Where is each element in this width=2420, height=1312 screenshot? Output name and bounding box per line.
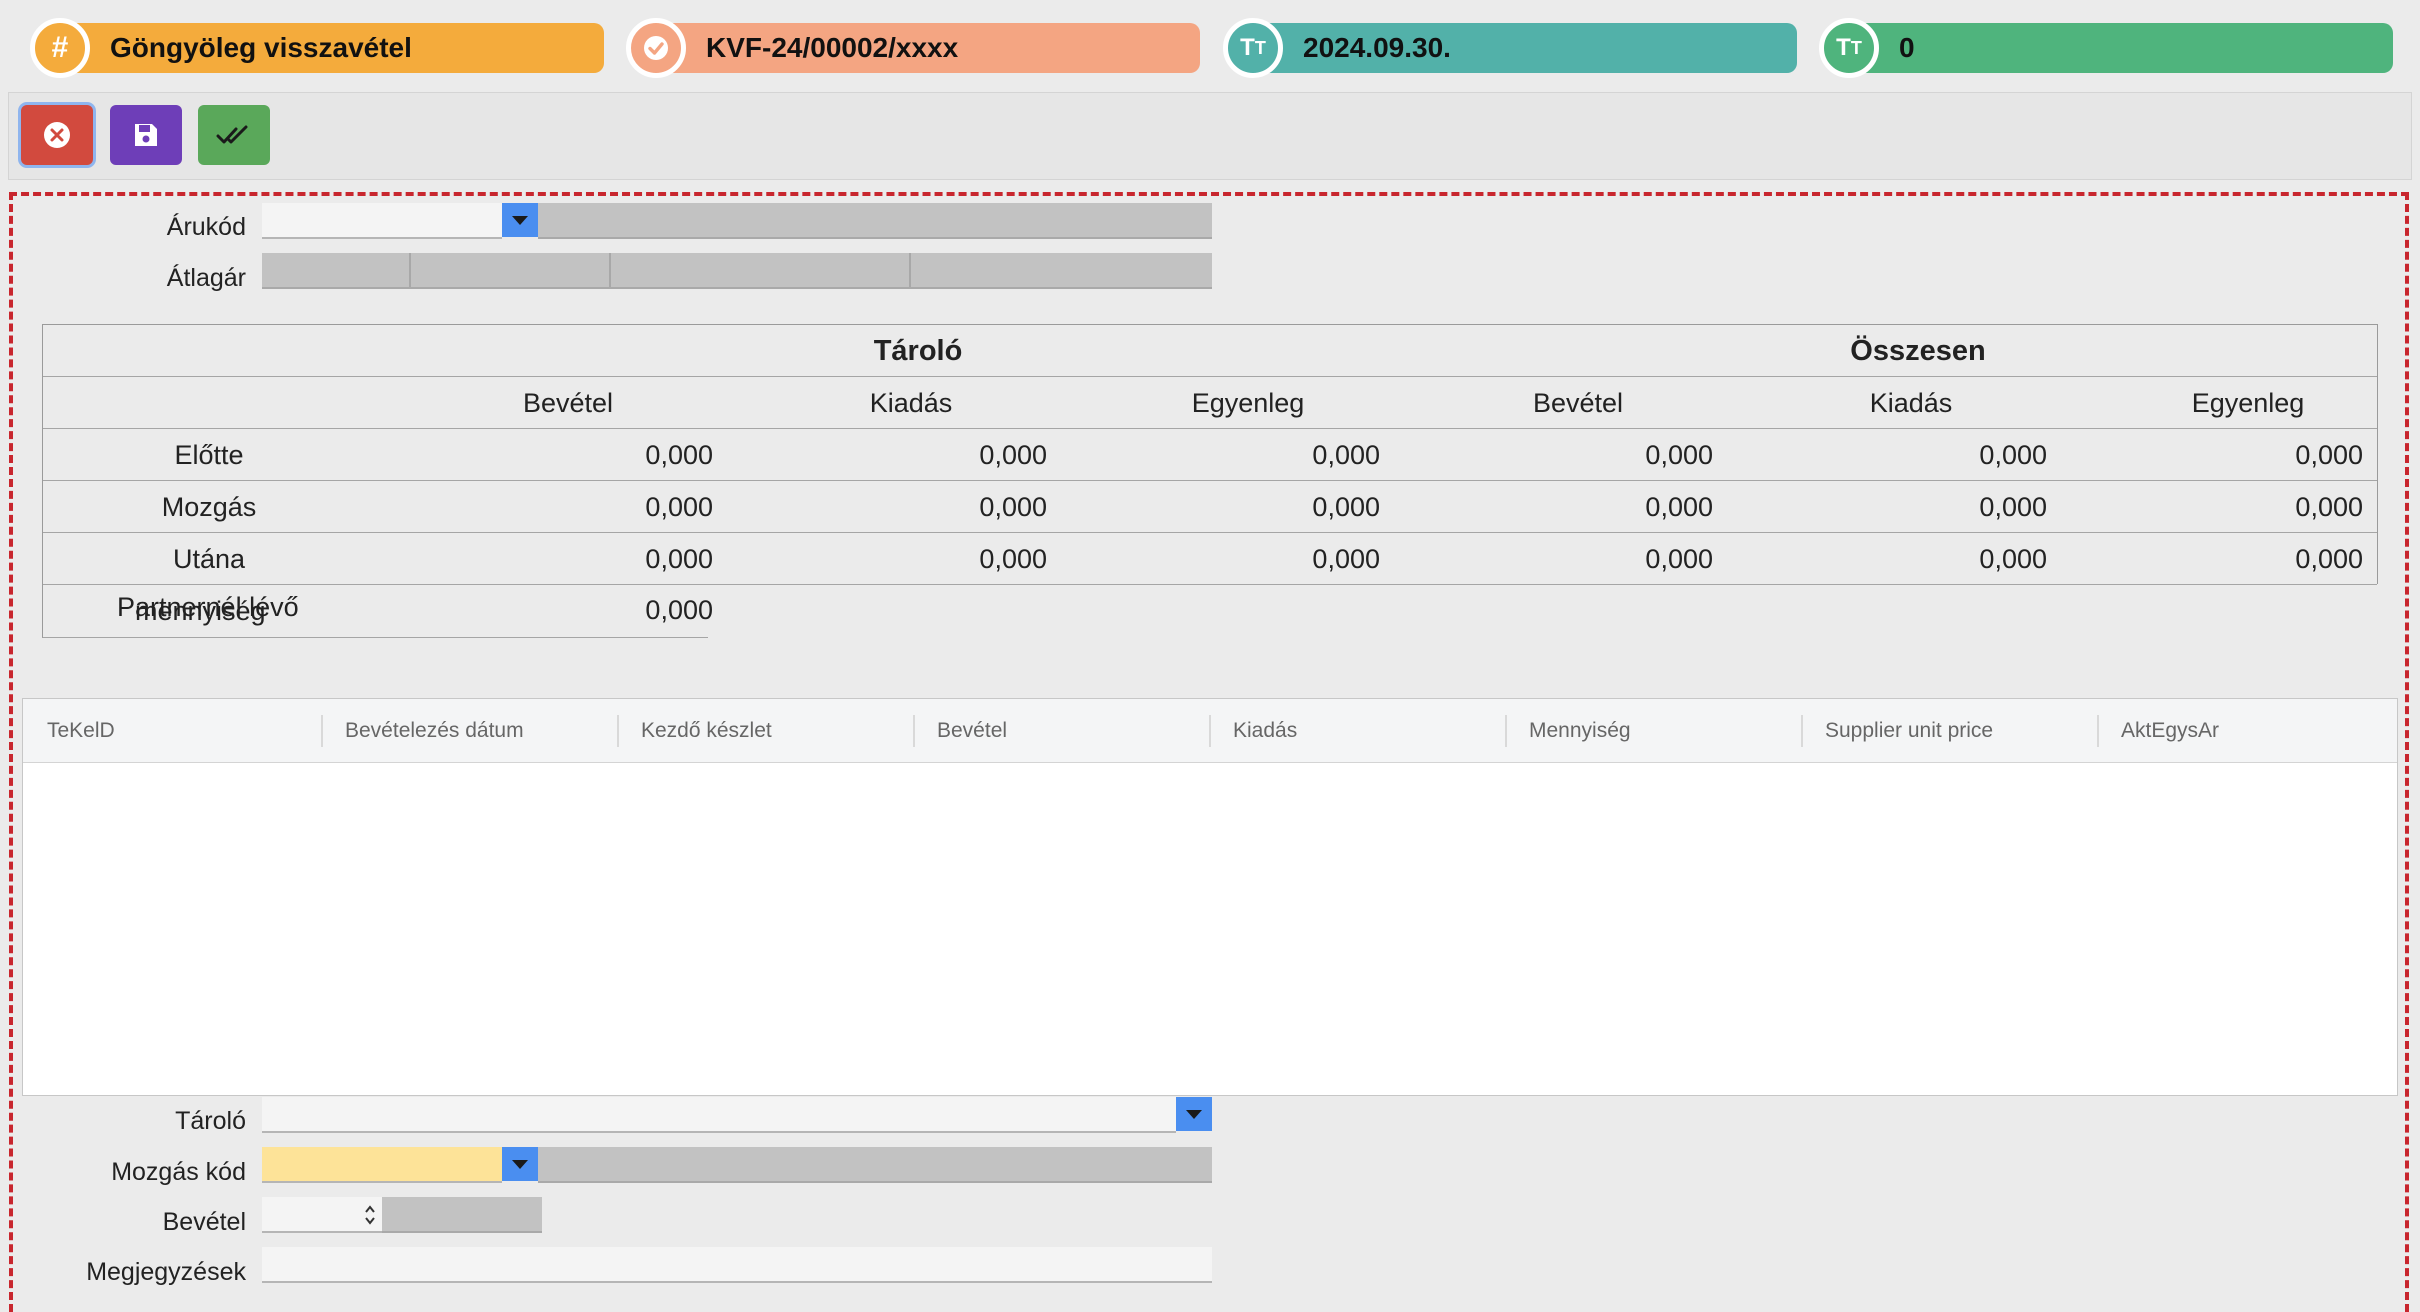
column-header: Bevétel: [1532, 388, 1624, 418]
document-date: 2024.09.30.: [1303, 32, 1451, 63]
atlagar-field: [262, 253, 1212, 289]
partner-quantity-label-b: mennyiség: [135, 596, 266, 626]
value-cell: 0,000: [1979, 440, 2047, 470]
count-pill: TT 0: [1819, 18, 2393, 78]
stock-summary-table: Tároló Összesen Bevétel Kiadás Egyenleg …: [42, 324, 2378, 585]
group-header-osszesen: Összesen: [1850, 335, 1986, 367]
document-type: Göngyöleg visszavétel: [110, 32, 412, 63]
approve-button[interactable]: [198, 105, 270, 165]
hash-icon: #: [30, 18, 90, 78]
date-pill: TT 2024.09.30.: [1223, 18, 1797, 78]
group-header-tarolo: Tároló: [873, 335, 963, 367]
grid-column-header[interactable]: Kezdő készlet: [617, 699, 772, 763]
value-cell: 0,000: [979, 544, 1047, 574]
grid-column-header[interactable]: Mennyiség: [1505, 699, 1631, 763]
stock-lots-grid[interactable]: TeKelD Bevételezés dátum Kezdő készlet B…: [22, 698, 2398, 1096]
value-cell: 0,000: [979, 440, 1047, 470]
save-button[interactable]: [110, 105, 182, 165]
grid-column-header[interactable]: TeKelD: [23, 699, 115, 763]
column-header: Kiadás: [1869, 388, 1953, 418]
row-label: Utána: [172, 544, 246, 574]
summary-column-header-row: Bevétel Kiadás Egyenleg Bevétel Kiadás E…: [43, 377, 2377, 429]
value-cell: 0,000: [1979, 544, 2047, 574]
cancel-button[interactable]: [21, 105, 93, 165]
value-cell: 0,000: [645, 492, 713, 522]
stepper-arrows-icon[interactable]: [362, 1202, 378, 1228]
value-cell: 0,000: [2295, 492, 2363, 522]
document-number: KVF-24/00002/xxxx: [706, 32, 959, 63]
row-label: Mozgás: [161, 492, 257, 522]
column-header: Egyenleg: [1191, 388, 1305, 418]
doc-number-pill: KVF-24/00002/xxxx: [626, 18, 1200, 78]
grid-column-header[interactable]: Bevételezés dátum: [321, 699, 524, 763]
bevetel-label: Bevétel: [162, 1208, 246, 1236]
tarolo-dropdown-button[interactable]: [1176, 1097, 1212, 1131]
summary-group-header-row: Tároló Összesen: [43, 325, 2377, 377]
partner-quantity-value: 0,000: [645, 595, 713, 625]
atlagar-label: Átlagár: [166, 264, 246, 292]
value-cell: 0,000: [1645, 492, 1713, 522]
value-cell: 0,000: [1979, 492, 2047, 522]
arukod-dropdown-button[interactable]: [502, 203, 538, 237]
mozgas-kod-label: Mozgás kód: [111, 1158, 246, 1186]
tarolo-label: Tároló: [175, 1107, 246, 1135]
megjegyzesek-input[interactable]: [262, 1247, 1212, 1283]
summary-row-mozgas: Mozgás 0,000 0,000 0,000 0,000 0,000 0,0…: [43, 481, 2377, 533]
tarolo-select[interactable]: [262, 1097, 1176, 1133]
arukod-input[interactable]: [262, 203, 502, 239]
mozgas-kod-description-field: [538, 1147, 1212, 1183]
value-cell: 0,000: [1312, 544, 1380, 574]
value-cell: 0,000: [645, 440, 713, 470]
document-count: 0: [1899, 32, 1915, 63]
value-cell: 0,000: [2295, 440, 2363, 470]
grid-header: TeKelD Bevételezés dátum Kezdő készlet B…: [23, 699, 2397, 763]
value-cell: 0,000: [2295, 544, 2363, 574]
grid-column-header[interactable]: Kiadás: [1209, 699, 1297, 763]
type-pill: # Göngyöleg visszavétel: [30, 18, 604, 78]
value-cell: 0,000: [645, 544, 713, 574]
megjegyzesek-label: Megjegyzések: [86, 1258, 246, 1286]
text-size-icon: TT: [1223, 18, 1283, 78]
text-size-icon: TT: [1819, 18, 1879, 78]
value-cell: 0,000: [1312, 492, 1380, 522]
value-cell: 0,000: [1645, 440, 1713, 470]
toolbar: [8, 92, 2412, 180]
arukod-label: Árukód: [166, 213, 246, 241]
column-header: Kiadás: [869, 388, 953, 418]
value-cell: 0,000: [1312, 440, 1380, 470]
double-check-icon: [216, 125, 248, 144]
close-circle-icon: [44, 122, 70, 148]
column-header: Egyenleg: [2191, 388, 2305, 418]
column-header: Bevétel: [522, 388, 614, 418]
mozgas-kod-input[interactable]: [262, 1147, 502, 1183]
bevetel-unit-field: [382, 1197, 542, 1233]
value-cell: 0,000: [979, 492, 1047, 522]
summary-row-utana: Utána 0,000 0,000 0,000 0,000 0,000 0,00…: [43, 533, 2377, 585]
summary-row-elotte: Előtte 0,000 0,000 0,000 0,000 0,000 0,0…: [43, 429, 2377, 481]
grid-column-header[interactable]: Bevétel: [913, 699, 1007, 763]
floppy-disk-icon: [135, 124, 157, 146]
bevetel-number-input[interactable]: [262, 1197, 382, 1233]
grid-column-header[interactable]: Supplier unit price: [1801, 699, 1993, 763]
row-label: Előtte: [174, 440, 244, 470]
arukod-description-field: [538, 203, 1212, 239]
value-cell: 0,000: [1645, 544, 1713, 574]
mozgas-kod-dropdown-button[interactable]: [502, 1147, 538, 1181]
check-badge-icon: [626, 18, 686, 78]
partner-quantity-row: Partnernél lévő mennyiség 0,000: [42, 584, 713, 638]
grid-column-header[interactable]: AktEgysAr: [2097, 699, 2219, 763]
